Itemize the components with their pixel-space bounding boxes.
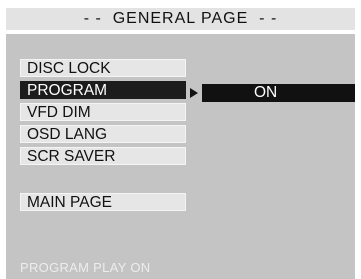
program-value-option[interactable]: ON [202,84,355,102]
settings-panel: DISC LOCK PROGRAM VFD DIM OSD LANG SCR S… [6,34,355,279]
main-page-button[interactable]: MAIN PAGE [20,193,186,211]
menu-item-disc-lock[interactable]: DISC LOCK [20,59,186,77]
menu-item-vfd-dim[interactable]: VFD DIM [20,103,186,121]
menu-item-osd-lang[interactable]: OSD LANG [20,125,186,143]
page-title: - - GENERAL PAGE - - [6,8,355,30]
right-triangle-icon [190,88,198,98]
osd-screen: - - GENERAL PAGE - - DISC LOCK PROGRAM V… [0,0,361,279]
menu-item-program[interactable]: PROGRAM [20,81,186,99]
menu-item-scr-saver[interactable]: SCR SAVER [20,147,186,165]
status-message: PROGRAM PLAY ON [20,260,151,275]
